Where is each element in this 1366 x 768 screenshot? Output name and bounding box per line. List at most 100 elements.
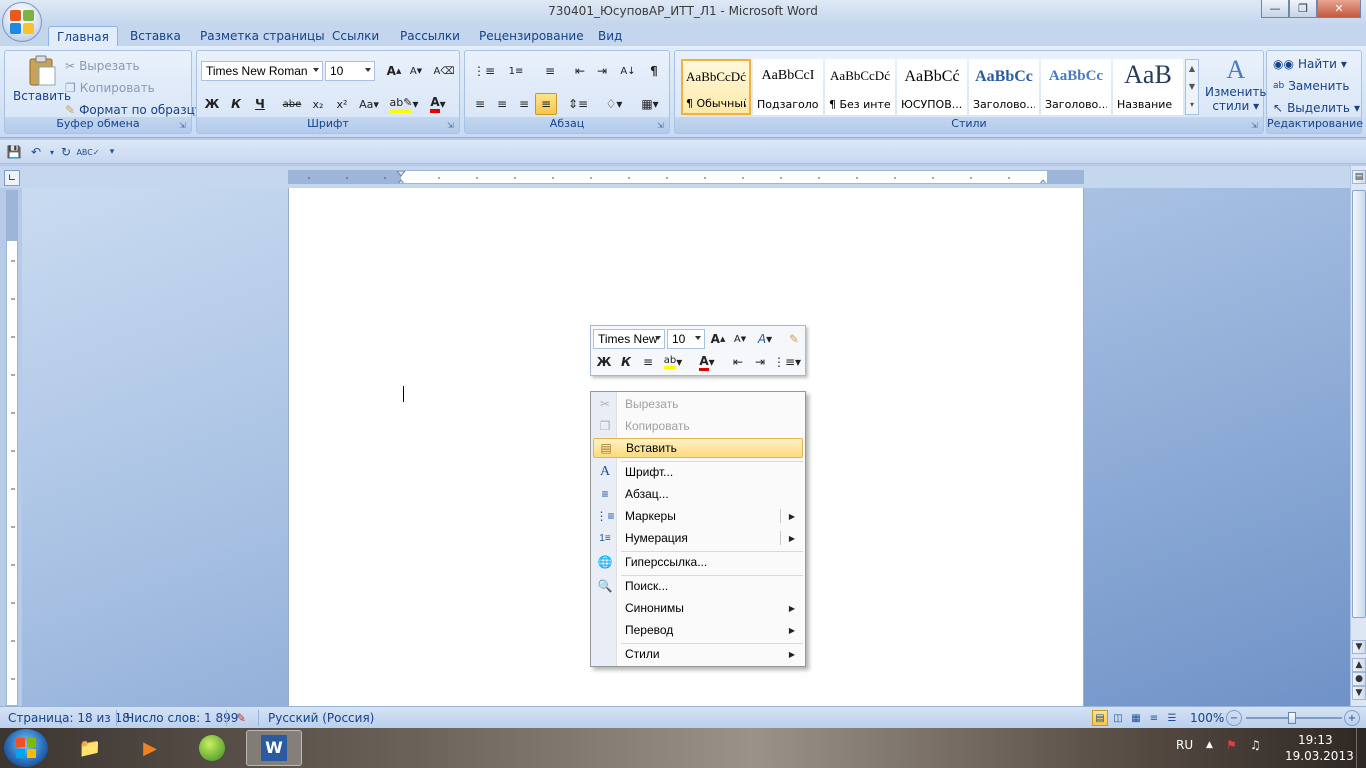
italic-button[interactable]: К (225, 93, 247, 115)
mini-shrink-font-icon[interactable]: A ▼ (729, 328, 751, 350)
clock-date[interactable]: 19.03.2013 (1285, 749, 1354, 763)
show-desktop-button[interactable] (1356, 728, 1366, 768)
sort-button[interactable]: A↓ (617, 60, 639, 82)
menu-item-paste[interactable]: ▤ Вставить (593, 438, 803, 458)
justify-button[interactable]: ≡ (535, 93, 557, 115)
clear-formatting-button[interactable]: A⌫ (433, 60, 455, 82)
align-left-button[interactable]: ≡ (469, 93, 491, 115)
zoom-level[interactable]: 100% (1190, 711, 1224, 725)
menu-item-font[interactable]: A Шрифт... (593, 462, 803, 482)
menu-item-translate[interactable]: Перевод ▶ (593, 620, 803, 640)
language-indicator[interactable]: Русский (Россия) (268, 711, 374, 725)
vertical-ruler[interactable] (6, 190, 18, 706)
full-screen-reading-icon[interactable]: ◫ (1110, 710, 1126, 726)
mini-format-painter-icon[interactable]: ✎ (783, 328, 805, 350)
menu-item-numbering[interactable]: 1≡ Нумерация ▶ (593, 528, 803, 548)
menu-item-synonyms[interactable]: Синонимы ▶ (593, 598, 803, 618)
clock-time[interactable]: 19:13 (1298, 733, 1333, 747)
multilevel-list-button[interactable]: ≡ (535, 60, 565, 82)
print-layout-view-icon[interactable]: ▤ (1092, 710, 1108, 726)
tab-selector[interactable]: ∟ (4, 170, 20, 186)
increase-indent-button[interactable]: ⇥ (591, 60, 613, 82)
select-button[interactable]: ↖ Выделить ▾ (1273, 101, 1360, 115)
outline-view-icon[interactable]: ≡ (1146, 710, 1162, 726)
subscript-button[interactable]: x₂ (307, 93, 329, 115)
network-icon[interactable]: ⚑ (1226, 738, 1237, 752)
mini-increase-indent-icon[interactable]: ⇥ (749, 351, 771, 373)
line-spacing-button[interactable]: ⇕≡ (563, 93, 593, 115)
taskbar-word[interactable]: W (246, 730, 302, 766)
show-marks-button[interactable]: ¶ (643, 60, 665, 82)
borders-button[interactable]: ▦ ▾ (635, 93, 665, 115)
mini-decrease-indent-icon[interactable]: ⇤ (727, 351, 749, 373)
menu-item-styles[interactable]: Стили ▶ (593, 644, 803, 664)
font-size-combo[interactable]: 10 (325, 61, 375, 81)
menu-item-research[interactable]: 🔍 Поиск... (593, 576, 803, 596)
zoom-slider-thumb[interactable] (1288, 712, 1296, 724)
clipboard-launcher-icon[interactable]: ⇲ (179, 121, 189, 131)
save-icon[interactable]: 💾 (6, 144, 22, 160)
redo-icon[interactable]: ↻ (58, 144, 74, 160)
office-button[interactable] (2, 2, 42, 42)
style-subtitle[interactable]: AaBbCcI Подзаголо... (753, 59, 823, 115)
mini-bold-button[interactable]: Ж (593, 351, 615, 373)
browse-object-icon[interactable]: ● (1352, 672, 1366, 686)
zoom-in-icon[interactable]: + (1344, 710, 1360, 726)
tab-references[interactable]: Ссылки (324, 26, 387, 46)
mini-font-name-combo[interactable]: Times New (593, 329, 665, 349)
mini-bullets-icon[interactable]: ⋮≡▾ (773, 351, 801, 373)
mini-font-size-combo[interactable]: 10 (667, 329, 705, 349)
bold-button[interactable]: Ж (201, 93, 223, 115)
menu-item-bullets[interactable]: ⋮≡ Маркеры ▶ (593, 506, 803, 526)
style-heading-1[interactable]: AaBbCc Заголово... (969, 59, 1039, 115)
web-layout-icon[interactable]: ▦ (1128, 710, 1144, 726)
view-ruler-icon[interactable]: ▤ (1352, 170, 1366, 184)
previous-page-icon[interactable]: ▲ (1352, 658, 1366, 672)
tab-view[interactable]: Вид (590, 26, 630, 46)
replace-button[interactable]: ab Заменить (1273, 79, 1349, 93)
shrink-font-button[interactable]: A ▼ (405, 60, 427, 82)
mini-font-color-icon[interactable]: A ▾ (693, 351, 721, 373)
highlight-button[interactable]: ab✎ ▾ (389, 93, 419, 115)
tab-page-layout[interactable]: Разметка страницы (192, 26, 333, 46)
word-count[interactable]: Число слов: 1 899 (126, 711, 238, 725)
strikethrough-button[interactable]: abe (281, 93, 303, 115)
align-center-button[interactable]: ≡ (491, 93, 513, 115)
next-page-icon[interactable]: ▼ (1352, 686, 1366, 700)
paste-button[interactable]: Вставить (13, 55, 71, 103)
page-counter[interactable]: Страница: 18 из 18 (8, 711, 130, 725)
proofing-icon[interactable]: ✎ (236, 711, 246, 725)
menu-item-cut[interactable]: ✂ Вырезать (593, 394, 803, 414)
style-heading-2[interactable]: AaBbCc Заголово... (1041, 59, 1111, 115)
tab-mailings[interactable]: Рассылки (392, 26, 468, 46)
grow-font-button[interactable]: A ▲ (383, 60, 405, 82)
customize-qat-icon[interactable]: ▾ (104, 144, 120, 160)
scroll-thumb[interactable] (1352, 190, 1366, 618)
font-color-button[interactable]: A ▾ (423, 93, 453, 115)
maximize-button[interactable]: ❐ (1289, 0, 1317, 18)
draft-view-icon[interactable]: ☰ (1164, 710, 1180, 726)
styles-scroll[interactable]: ▲ ▼ ▾ (1185, 59, 1199, 115)
mini-highlight-icon[interactable]: ab ▾ (659, 351, 687, 373)
close-button[interactable]: ✕ (1317, 0, 1361, 18)
volume-icon[interactable]: ♫ (1250, 738, 1261, 752)
start-button[interactable] (4, 729, 48, 767)
numbering-button[interactable]: 1≡ (501, 60, 531, 82)
menu-item-paragraph[interactable]: ≡ Абзац... (593, 484, 803, 504)
superscript-button[interactable]: x² (331, 93, 353, 115)
undo-icon[interactable]: ↶ (28, 144, 44, 160)
scroll-down-arrow-icon[interactable]: ▼ (1352, 640, 1366, 654)
underline-button[interactable]: Ч (249, 93, 271, 115)
format-painter-button[interactable]: ✎ Формат по образцу (65, 103, 202, 117)
style-title[interactable]: AaB Название (1113, 59, 1183, 115)
tab-review[interactable]: Рецензирование (471, 26, 592, 46)
horizontal-ruler[interactable] (288, 170, 1084, 184)
styles-launcher-icon[interactable]: ⇲ (1251, 121, 1261, 131)
style-no-spacing[interactable]: AaBbCcDć ¶ Без инте... (825, 59, 895, 115)
menu-item-hyperlink[interactable]: 🌐 Гиперссылка... (593, 552, 803, 572)
minimize-button[interactable]: — (1261, 0, 1289, 18)
menu-item-copy[interactable]: ❐ Копировать (593, 416, 803, 436)
bullets-button[interactable]: ⋮≡ (469, 60, 499, 82)
copy-button[interactable]: ❐ Копировать (65, 81, 155, 95)
shading-button[interactable]: ♢ ▾ (599, 93, 629, 115)
